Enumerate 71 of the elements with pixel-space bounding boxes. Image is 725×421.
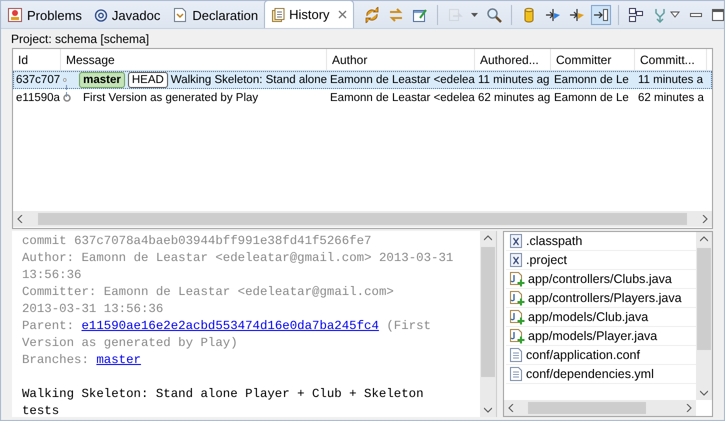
column-header[interactable]: Authored... [475, 49, 551, 70]
java-file-added-icon [509, 271, 525, 287]
table-cell-text: Eamonn de Leastar <edelea [329, 92, 475, 104]
history-icon [271, 6, 286, 22]
xml-file-icon [509, 252, 523, 268]
file-item[interactable]: .classpath [506, 232, 696, 251]
commit-link[interactable]: e11590ae16e2e2acbd553474d16e0da7ba245fc4 [82, 319, 379, 333]
file-item[interactable]: conf/dependencies.yml [506, 365, 696, 384]
scroll-right-icon[interactable] [701, 215, 709, 223]
branch-label: master [79, 72, 125, 88]
column-header[interactable]: Author [327, 49, 475, 70]
text-file-icon [509, 366, 523, 382]
scroll-up-icon[interactable] [700, 236, 708, 242]
commit-graph-node-icon [63, 94, 71, 102]
head-label: HEAD [128, 72, 168, 88]
scroll-down-icon[interactable] [484, 407, 492, 413]
horizontal-scrollbar[interactable] [504, 400, 696, 416]
commit-link[interactable]: master [96, 353, 141, 367]
java-file-added-icon [509, 328, 525, 344]
table-cell: Walking Skeleton: Stand alone [170, 74, 327, 86]
text-file-icon [509, 347, 523, 363]
scroll-down-icon[interactable] [700, 390, 708, 396]
table-cell-text: 62 minutes ag [477, 92, 551, 104]
file-item[interactable]: .project [506, 251, 696, 270]
file-item[interactable]: app/controllers/Players.java [506, 289, 696, 308]
table-cell-text: 11 minutes ag [477, 74, 550, 86]
java-file-added-icon [509, 309, 525, 325]
selected-row[interactable]: 637c707 master HEAD Walking Skeleton: Stand alone Eamonn de Leastar <edelea 11 minutes ag Eamonn de Le 11 minutes a [13, 71, 712, 89]
table-cell-text: 11 minutes a [637, 74, 704, 86]
commit-info-line: Committer: Eamonn de Leastar <edeleatar@gmail.com> 2013-03-31 13:56:36 [22, 284, 395, 318]
scroll-right-icon[interactable] [686, 404, 692, 412]
column-header[interactable]: Message [61, 49, 327, 70]
file-item[interactable]: conf/application.conf [506, 346, 696, 365]
view-tab[interactable]: History [264, 0, 354, 28]
vertical-scrollbar[interactable] [480, 231, 496, 417]
minimize-icon[interactable] [690, 13, 702, 17]
scroll-up-icon[interactable] [484, 235, 492, 241]
table-cell-text: Eamonn de Le [553, 74, 630, 86]
xml-file-icon [509, 233, 523, 249]
close-icon[interactable] [338, 10, 347, 19]
view-tab[interactable]: Declaration [166, 2, 264, 28]
view-tab[interactable]: Javadoc [88, 2, 166, 28]
table-cell-text: Eamonn de Le [553, 92, 630, 104]
table-row[interactable]: e11590a First Version as generated by Play Eamonn de Leastar <edelea 62 minutes ag Eamonn de Le 62 minutes a [13, 89, 712, 107]
view-menu-icon[interactable] [670, 11, 680, 19]
maximize-icon[interactable] [712, 9, 724, 21]
table-cell-text: e11590a [15, 92, 61, 104]
table-cell-text: 637c707 [15, 74, 61, 86]
java-file-added-icon [509, 290, 525, 306]
commit-info-line: Branches: master [22, 352, 142, 369]
file-item[interactable]: app/models/Player.java [506, 327, 696, 346]
commit-info-line: Parent: e11590ae16e2e2acbd553474d16e0da7ba245fc4 (First Version as generated by Play) [22, 318, 432, 352]
file-item[interactable]: app/models/Club.java [506, 308, 696, 327]
commit-graph-node-icon [63, 76, 67, 84]
column-header[interactable]: Committ... [635, 49, 707, 70]
table-cell-text: Eamonn de Leastar <edelea [329, 74, 475, 86]
vertical-scrollbar[interactable] [696, 232, 712, 400]
scroll-left-icon[interactable] [16, 215, 24, 223]
view-tab[interactable]: Problems [1, 2, 88, 28]
column-header[interactable]: Committer [551, 49, 635, 70]
problems-icon [7, 7, 23, 23]
commit-message: Walking Skeleton: Stand alone Player + Club + Skeleton tests [22, 386, 425, 417]
file-item[interactable]: app/controllers/Clubs.java [506, 270, 696, 289]
horizontal-scrollbar[interactable] [13, 211, 712, 227]
commit-info-line: commit 637c7078a4baeb03944bff991e38fd41f5266fe7 [22, 233, 372, 250]
table-cell: First Version as generated by Play [83, 92, 258, 104]
scroll-left-icon[interactable] [508, 404, 514, 412]
column-header[interactable]: Id [13, 49, 61, 70]
document-icon [172, 7, 188, 23]
project-label: Project: schema [schema] [10, 31, 150, 46]
table-cell-text: 62 minutes a [637, 92, 705, 104]
